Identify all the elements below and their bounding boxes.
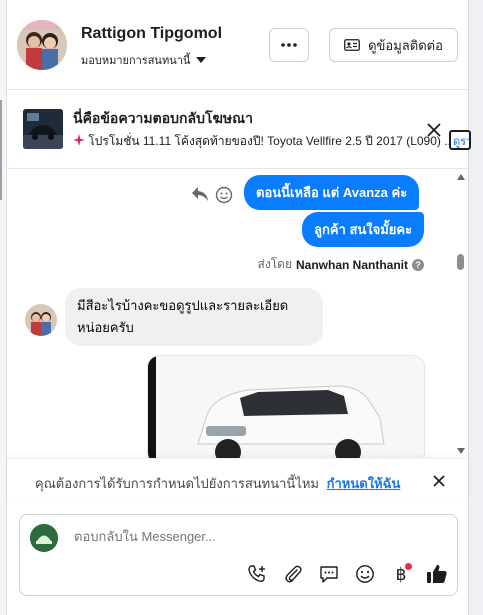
conversation-header: Rattigon Tipgomol มอบหมายการสนทนานี้ ดูข… — [7, 0, 468, 90]
outgoing-message[interactable]: ตอนนี้เหลือ แต่ Avanza ค่ะ — [244, 175, 420, 210]
more-options-button[interactable] — [269, 28, 309, 62]
scrollbar-thumb[interactable] — [457, 254, 464, 270]
saved-replies-button[interactable] — [318, 563, 340, 585]
message-bubble-icon — [320, 566, 338, 583]
scroll-down-arrow-icon[interactable] — [457, 448, 465, 454]
question-mark-icon[interactable]: ? — [412, 258, 424, 271]
paperclip-icon — [285, 565, 302, 583]
view-contact-button[interactable]: ดูข้อมูลติดต่อ — [329, 28, 458, 62]
sparkle-icon — [73, 134, 85, 146]
svg-text:?: ? — [415, 260, 421, 270]
page-avatar — [30, 524, 58, 552]
assignment-question: คุณต้องการได้รับการกำหนดไปยังการสนทนานี้… — [35, 476, 319, 491]
background-window-edge — [0, 0, 6, 615]
assign-dropdown[interactable]: มอบหมายการสนทนานี้ — [81, 51, 207, 69]
composer-toolbar: ฿ — [246, 561, 448, 587]
incoming-message-line: หน่อยครับ — [77, 320, 134, 335]
sender-name[interactable]: Nanwhan Nanthanit — [296, 258, 408, 272]
outgoing-message[interactable]: ลูกค้า สนใจมั้ยคะ — [302, 212, 425, 247]
close-icon[interactable] — [425, 121, 443, 139]
background-window-handle — [0, 100, 2, 200]
contact-card-icon — [344, 39, 360, 51]
reply-icon[interactable] — [191, 186, 209, 202]
message-composer: ฿ — [19, 514, 458, 596]
sender-avatar[interactable] — [25, 304, 57, 336]
message-thread: ตอนนี้เหลือ แต่ Avanza ค่ะ ลูกค้า สนใจมั… — [7, 170, 468, 458]
assign-label: มอบหมายการสนทนานี้ — [81, 55, 191, 67]
contact-name[interactable]: Rattigon Tipgomol — [81, 25, 222, 43]
incoming-message-line: มีสีอะไรบ้างคะขอดูรูปและรายละเอียด — [77, 298, 289, 313]
ad-banner-subtitle[interactable]: โปรโมชั่น 11.11 โค้งสุดท้ายของปี! Toyota… — [73, 132, 453, 151]
ad-banner-subtitle-text: โปรโมชั่น 11.11 โค้งสุดท้ายของปี! Toyota… — [88, 134, 453, 148]
caret-down-icon — [196, 57, 207, 63]
view-ad-button[interactable]: ดูรา — [449, 130, 471, 150]
assign-to-me-link[interactable]: กำหนดให้ฉัน — [327, 476, 401, 491]
message-scrollbar[interactable] — [454, 170, 468, 458]
car-photo-attachment[interactable] — [147, 355, 425, 458]
more-dots-icon — [281, 43, 297, 47]
phone-plus-icon — [248, 565, 265, 582]
incoming-message[interactable]: มีสีอะไรบ้างคะขอดูรูปและรายละเอียด หน่อย… — [65, 288, 323, 346]
payment-button[interactable]: ฿ — [390, 563, 412, 585]
sent-by-prefix: ส่งโดย — [257, 257, 292, 271]
call-button[interactable] — [246, 563, 268, 585]
ad-thumbnail[interactable] — [23, 109, 63, 149]
conversation-panel: Rattigon Tipgomol มอบหมายการสนทนานี้ ดูข… — [6, 0, 471, 615]
thumbs-up-icon — [427, 564, 447, 583]
view-contact-label: ดูข้อมูลติดต่อ — [368, 37, 443, 53]
contact-avatar[interactable] — [17, 20, 67, 70]
close-icon[interactable] — [431, 473, 447, 489]
reply-input[interactable] — [74, 529, 434, 544]
assignment-notice: คุณต้องการได้รับการกำหนดไปยังการสนทนานี้… — [7, 458, 468, 502]
assignment-notice-text: คุณต้องการได้รับการกำหนดไปยังการสนทนานี้… — [35, 473, 400, 494]
react-emoji-icon[interactable] — [215, 186, 233, 204]
like-button[interactable] — [426, 563, 448, 585]
sent-by-label: ส่งโดย Nanwhan Nanthanit ? — [258, 255, 424, 274]
ad-reply-banner: นี่คือข้อความตอบกลับโฆษณา โปรโมชั่น 11.1… — [7, 91, 471, 169]
scroll-up-arrow-icon[interactable] — [457, 174, 465, 180]
ad-banner-title: นี่คือข้อความตอบกลับโฆษณา — [73, 110, 253, 126]
smiley-icon — [356, 565, 374, 583]
attach-button[interactable] — [282, 563, 304, 585]
notification-dot — [405, 563, 412, 570]
emoji-button[interactable] — [354, 563, 376, 585]
